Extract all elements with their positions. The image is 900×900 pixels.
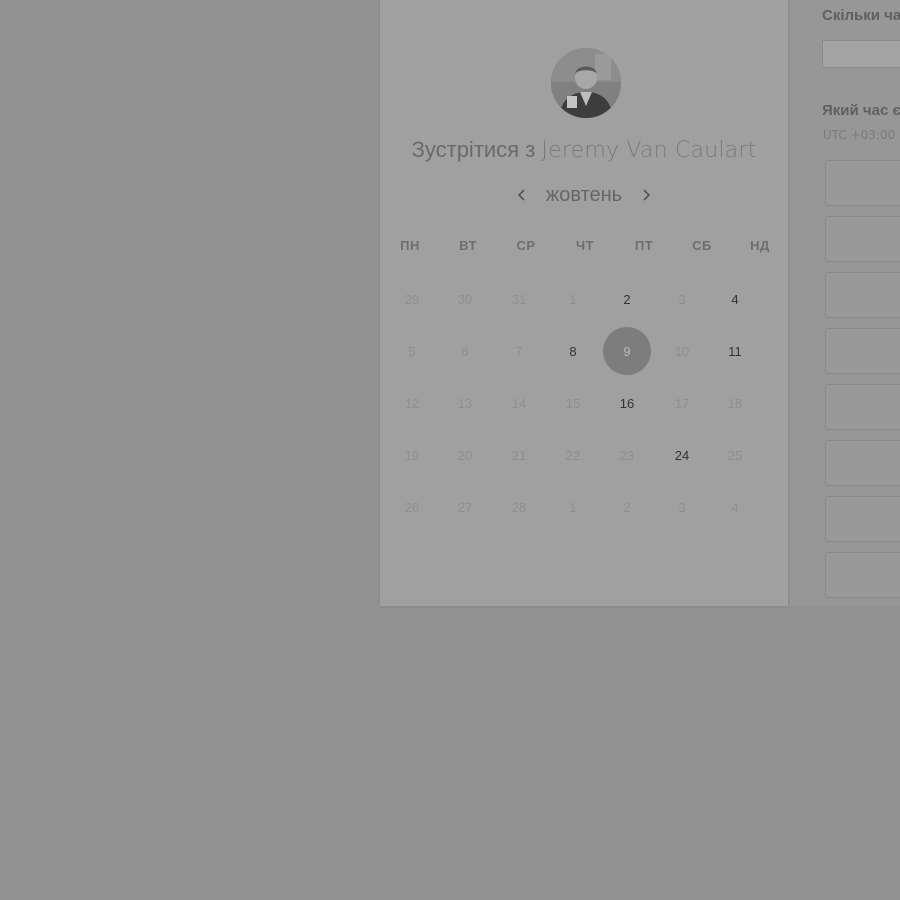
booking-page: Зустрітися з Jeremy Van Caulart жовтень … bbox=[0, 0, 900, 900]
calendar-day: 19 bbox=[404, 447, 420, 463]
day-grid: 29 30 31 1 2 3 4 5 6 7 8 9 10 11 12 13 14 15 16 17 18 19 20 21 2… bbox=[380, 0, 788, 606]
calendar-day[interactable]: 16 bbox=[603, 379, 651, 427]
time-panel: Скільки ча Який час є UTC +03:00 bbox=[790, 0, 900, 606]
calendar-day: 2 bbox=[623, 499, 631, 515]
calendar-day: 13 bbox=[457, 395, 473, 411]
duration-label: Скільки ча bbox=[822, 7, 900, 24]
calendar-day: 22 bbox=[565, 447, 581, 463]
calendar-day: 18 bbox=[727, 395, 743, 411]
calendar-day: 29 bbox=[404, 291, 420, 307]
calendar-day: 27 bbox=[457, 499, 473, 515]
calendar-day: 28 bbox=[511, 499, 527, 515]
calendar-day: 17 bbox=[674, 395, 690, 411]
time-slot[interactable] bbox=[825, 384, 900, 430]
calendar-day: 21 bbox=[511, 447, 527, 463]
calendar-day: 26 bbox=[404, 499, 420, 515]
calendar-day: 1 bbox=[569, 499, 577, 515]
time-slot[interactable] bbox=[825, 216, 900, 262]
calendar-day: 6 bbox=[461, 343, 469, 359]
calendar-day: 15 bbox=[565, 395, 581, 411]
time-label: Який час є bbox=[822, 102, 900, 119]
time-slot[interactable] bbox=[825, 272, 900, 318]
calendar-day: 30 bbox=[457, 291, 473, 307]
calendar-day[interactable]: 2 bbox=[603, 275, 651, 323]
calendar-card: Зустрітися з Jeremy Van Caulart жовтень … bbox=[380, 0, 788, 606]
calendar-day[interactable]: 11 bbox=[711, 327, 759, 375]
calendar-day: 3 bbox=[678, 291, 686, 307]
time-slot[interactable] bbox=[825, 328, 900, 374]
time-slot[interactable] bbox=[825, 440, 900, 486]
time-slot[interactable] bbox=[825, 552, 900, 598]
calendar-day: 1 bbox=[569, 291, 577, 307]
time-slot[interactable] bbox=[825, 496, 900, 542]
calendar-day: 7 bbox=[515, 343, 523, 359]
time-slot[interactable] bbox=[825, 160, 900, 206]
calendar-day[interactable]: 4 bbox=[711, 275, 759, 323]
calendar-day: 14 bbox=[511, 395, 527, 411]
calendar-day: 23 bbox=[619, 447, 635, 463]
calendar-day: 3 bbox=[678, 499, 686, 515]
calendar-day: 20 bbox=[457, 447, 473, 463]
calendar-day: 25 bbox=[727, 447, 743, 463]
calendar-day[interactable]: 8 bbox=[549, 327, 597, 375]
calendar-day: 12 bbox=[404, 395, 420, 411]
calendar-day: 5 bbox=[408, 343, 416, 359]
calendar-day: 4 bbox=[731, 499, 739, 515]
calendar-day: 10 bbox=[674, 343, 690, 359]
selected-day[interactable]: 9 bbox=[603, 327, 651, 375]
duration-select[interactable] bbox=[822, 40, 900, 68]
timezone-label[interactable]: UTC +03:00 bbox=[823, 128, 895, 142]
calendar-day: 31 bbox=[511, 291, 527, 307]
calendar-day[interactable]: 24 bbox=[658, 431, 706, 479]
